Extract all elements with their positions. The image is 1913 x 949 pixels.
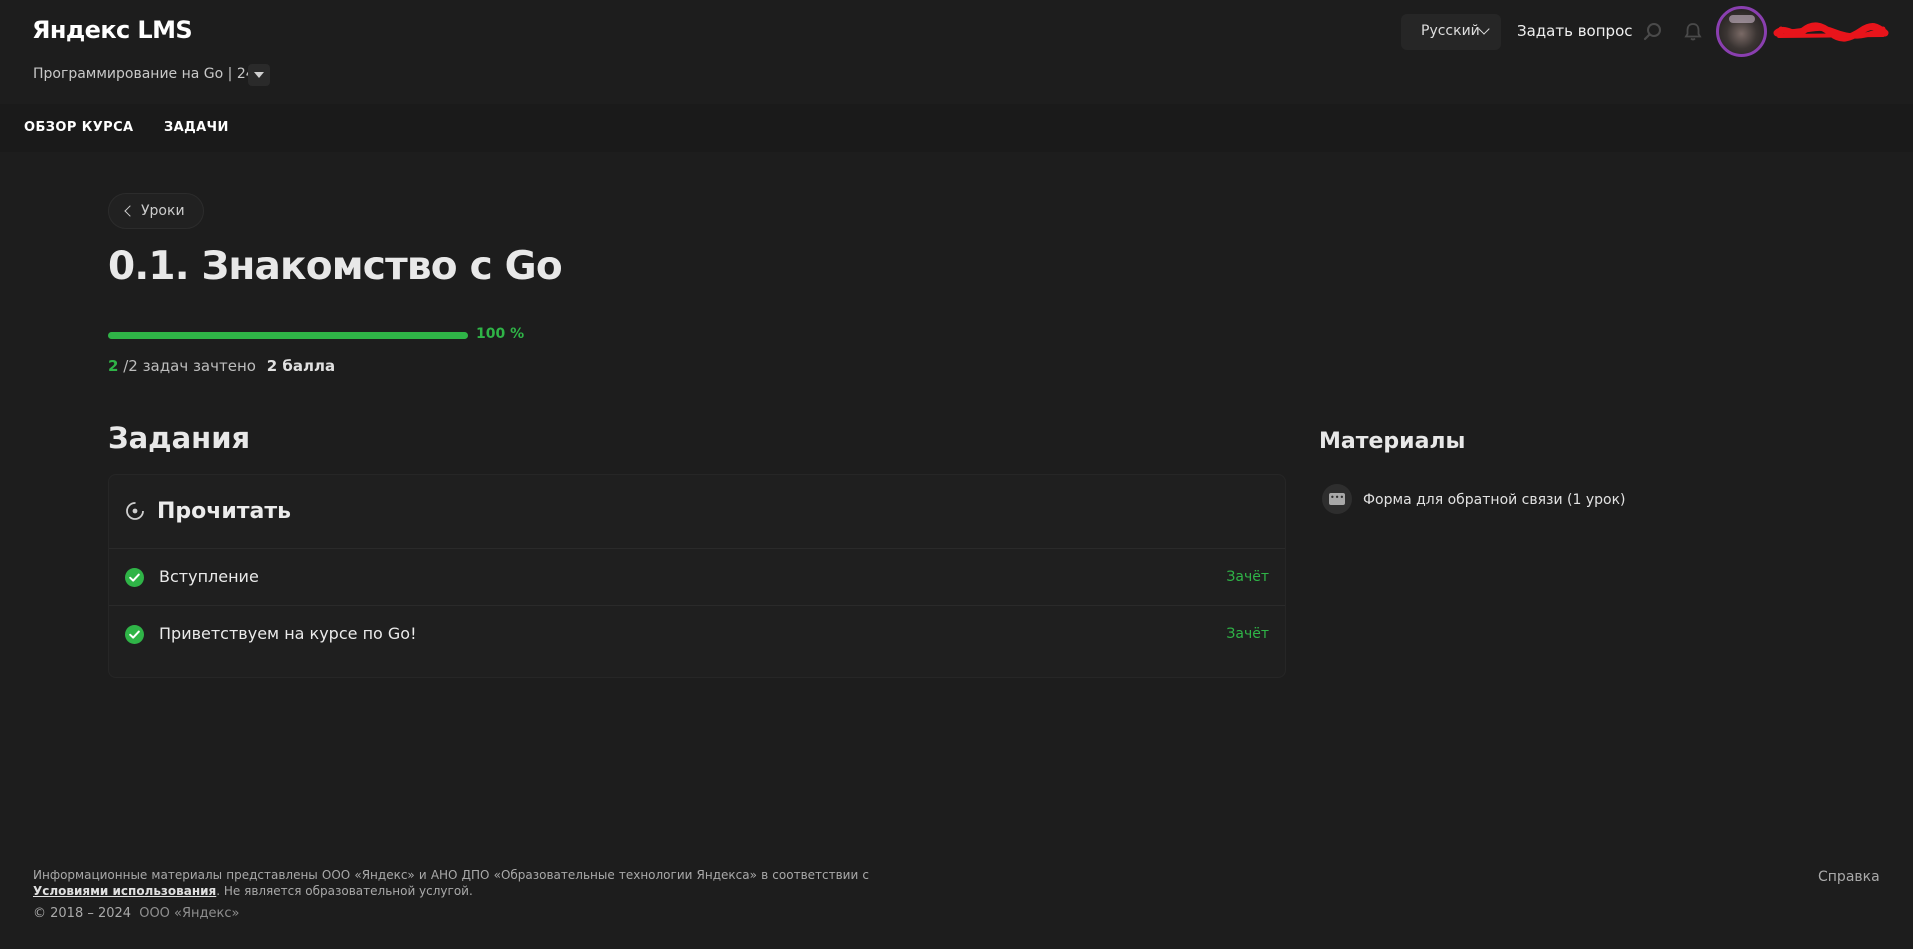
- read-group-icon: [126, 502, 144, 520]
- lesson-stats: 2 /2 задач зачтено 2 балла: [108, 357, 335, 375]
- task-row[interactable]: Приветствуем на курсе по Go! Зачёт: [109, 606, 1285, 663]
- task-row[interactable]: Вступление Зачёт: [109, 549, 1285, 606]
- task-status: Зачёт: [1226, 569, 1269, 585]
- redacted-username: [1773, 22, 1889, 42]
- chevron-left-icon: [124, 205, 136, 217]
- task-label[interactable]: Приветствуем на курсе по Go!: [159, 624, 417, 643]
- course-nav: ОБЗОР КУРСА ЗАДАЧИ: [0, 104, 1913, 152]
- check-circle-icon: [125, 625, 144, 644]
- footer-legal-note: . Не является образовательной услугой.: [216, 884, 473, 898]
- task-group-title: Прочитать: [157, 499, 292, 524]
- material-item[interactable]: Форма для обратной связи (1 урок): [1319, 484, 1719, 518]
- page: Яндекс LMS Программирование на Go | 24 Р…: [0, 0, 1913, 949]
- logo[interactable]: Яндекс LMS: [32, 16, 193, 44]
- points: 2 балла: [266, 357, 336, 375]
- back-to-lessons-button[interactable]: Уроки: [108, 193, 204, 229]
- tab-tasks[interactable]: ЗАДАЧИ: [164, 120, 229, 135]
- language-select[interactable]: Русский: [1401, 14, 1501, 50]
- task-label[interactable]: Вступление: [159, 567, 259, 586]
- copyright: © 2018 – 2024 ООО «Яндекс»: [33, 906, 239, 921]
- progress-fill: [108, 332, 468, 339]
- course-title[interactable]: Программирование на Go | 24: [33, 66, 255, 82]
- tab-course-overview[interactable]: ОБЗОР КУРСА: [24, 120, 133, 135]
- task-status: Зачёт: [1226, 626, 1269, 642]
- solved-count: 2: [108, 357, 119, 375]
- avatar[interactable]: [1716, 6, 1767, 57]
- task-group-card: Прочитать Вступление Зачёт Приветствуем …: [108, 474, 1286, 678]
- progress-label: 100 %: [476, 326, 525, 342]
- back-label: Уроки: [141, 203, 185, 219]
- search-icon[interactable]: [1643, 22, 1663, 42]
- chevron-down-icon: [1478, 23, 1490, 35]
- material-label[interactable]: Форма для обратной связи (1 урок): [1363, 492, 1626, 508]
- folder-icon: [1322, 484, 1352, 514]
- ask-question-link[interactable]: Задать вопрос: [1517, 22, 1633, 40]
- bell-icon[interactable]: [1682, 21, 1704, 43]
- course-dropdown-button[interactable]: [248, 64, 270, 86]
- task-group-header: Прочитать: [109, 475, 1285, 549]
- materials-heading: Материалы: [1319, 429, 1466, 454]
- page-title: 0.1. Знакомство с Go: [108, 244, 563, 289]
- header: Яндекс LMS Программирование на Go | 24 Р…: [0, 0, 1913, 104]
- check-circle-icon: [125, 568, 144, 587]
- copyright-years: © 2018 – 2024: [33, 906, 132, 921]
- language-label: Русский: [1421, 23, 1480, 39]
- help-link[interactable]: Справка: [1818, 869, 1880, 885]
- tasks-heading: Задания: [108, 421, 251, 455]
- footer-legal-text: Информационные материалы представлены ОО…: [33, 868, 869, 882]
- progress-bar: [108, 332, 468, 339]
- footer-legal: Информационные материалы представлены ОО…: [33, 867, 869, 899]
- company-name: ООО «Яндекс»: [139, 906, 240, 921]
- solved-total: /2 задач зачтено: [123, 357, 256, 375]
- terms-link[interactable]: Условиями использования: [33, 884, 216, 898]
